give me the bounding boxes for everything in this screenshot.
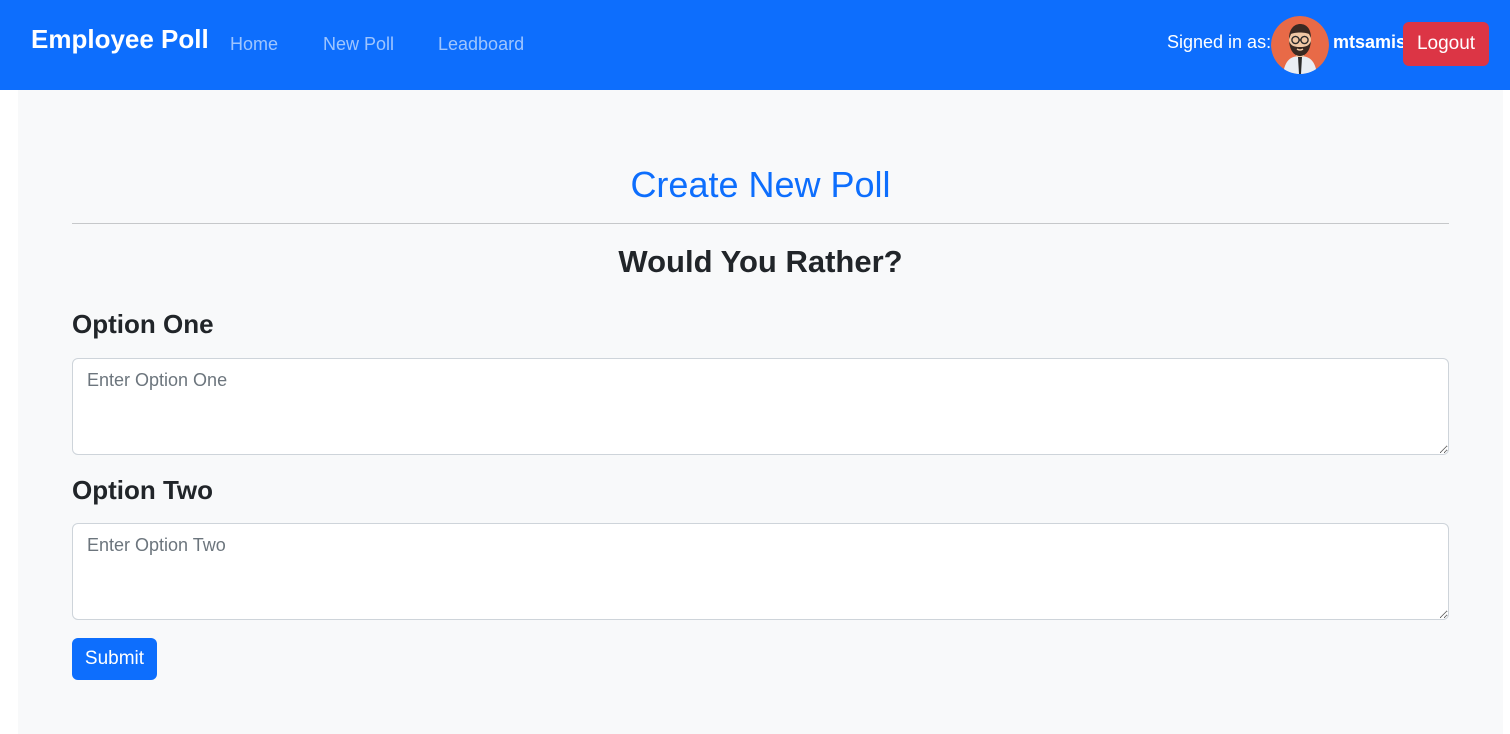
brand-logo[interactable]: Employee Poll [31,24,209,55]
signed-in-label: Signed in as: [1167,32,1272,52]
nav-new-poll[interactable]: New Poll [323,34,394,55]
username: mtsamis [1333,32,1405,52]
poll-question: Would You Rather? [618,244,903,279]
option-one-label: Option One [72,309,214,339]
divider [72,223,1449,224]
nav-leaderboard[interactable]: Leadboard [438,34,524,55]
bearded-man-avatar-icon [1271,16,1329,74]
option-one-input[interactable] [72,358,1449,455]
nav-home[interactable]: Home [230,34,278,55]
option-two-input[interactable] [72,523,1449,620]
avatar [1271,16,1329,74]
logout-button[interactable]: Logout [1403,22,1489,66]
main-content: Create New Poll Would You Rather? Option… [18,90,1503,734]
navbar: Employee Poll Home New Poll Leadboard Si… [0,0,1510,90]
page-title: Create New Poll [630,164,891,205]
submit-button[interactable]: Submit [72,638,157,680]
option-two-label: Option Two [72,475,214,505]
